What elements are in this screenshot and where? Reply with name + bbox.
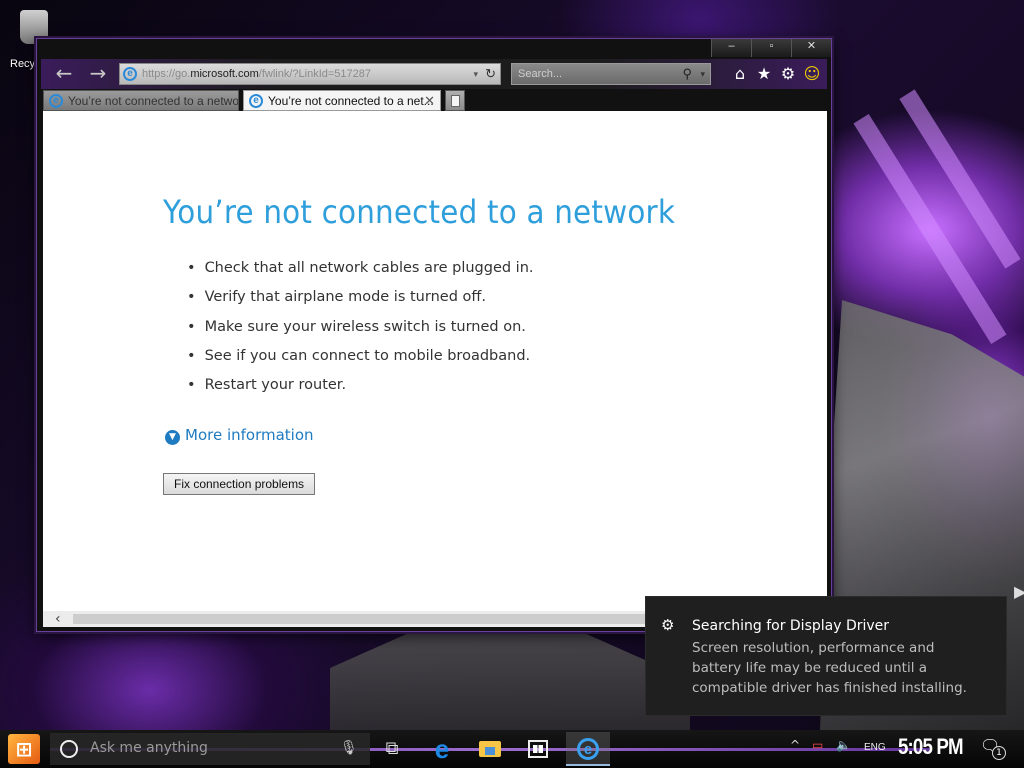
browser-toolbar: ← → e https://go.microsoft.com/fwlink/?L… <box>41 59 827 89</box>
language-indicator[interactable]: ENG <box>864 742 886 753</box>
list-item: Check that all network cables are plugge… <box>187 257 534 286</box>
gear-icon: ⚙ <box>661 616 675 634</box>
address-bar[interactable]: e https://go.microsoft.com/fwlink/?LinkI… <box>119 63 501 85</box>
wallpaper-stripe <box>899 89 1021 269</box>
tab-inactive[interactable]: e You’re not connected to a network <box>43 90 239 111</box>
task-view-icon: ⧉ <box>385 738 399 759</box>
ie-logo-icon: e <box>577 738 599 760</box>
page-heading: You’re not connected to a network <box>163 193 676 231</box>
feedback-smiley-icon[interactable]: ☺ <box>801 63 823 85</box>
settings-gear-icon[interactable]: ⚙ <box>777 63 799 85</box>
address-host: microsoft.com <box>190 68 259 80</box>
window-controls: – ▫ ✕ <box>711 39 831 57</box>
troubleshooting-list: Check that all network cables are plugge… <box>187 257 534 403</box>
start-button[interactable]: ⊞ <box>8 734 40 764</box>
scroll-left-icon[interactable]: ‹ <box>55 611 61 627</box>
address-prefix: https://go. <box>142 68 191 80</box>
forward-arrow-icon[interactable]: → <box>85 63 111 85</box>
action-center-button[interactable]: 🗨 1 <box>980 736 1006 762</box>
address-dropdown-icon[interactable]: ▾ <box>473 64 478 84</box>
back-arrow-icon[interactable]: ← <box>51 63 77 85</box>
internet-explorer-taskbar-button[interactable]: e <box>566 732 610 766</box>
microphone-icon[interactable]: 🎙 <box>340 740 358 756</box>
edge-taskbar-button[interactable]: e <box>420 732 464 766</box>
new-tab-icon <box>451 95 460 107</box>
mouse-cursor-icon: ▶ <box>1014 582 1024 601</box>
ie-logo-icon: e <box>249 94 263 108</box>
edge-icon: e <box>434 734 450 764</box>
store-taskbar-button[interactable] <box>516 732 560 766</box>
tab-strip: e You’re not connected to a network e Yo… <box>43 90 827 111</box>
list-item: Restart your router. <box>187 374 534 403</box>
tab-active[interactable]: e You’re not connected to a net... ✕ <box>243 90 441 111</box>
volume-icon[interactable]: 🔈 <box>836 738 851 752</box>
search-placeholder: Search... <box>518 68 563 80</box>
tab-label: You’re not connected to a network <box>68 94 239 108</box>
search-dropdown-icon[interactable]: ▾ <box>700 64 705 84</box>
clock[interactable]: 5:05 PM <box>898 734 964 760</box>
notification-title: Searching for Display Driver <box>692 618 890 634</box>
tray-chevron-icon[interactable]: ^ <box>790 738 800 752</box>
ie-logo-icon: e <box>123 67 137 81</box>
favorites-star-icon[interactable]: ★ <box>753 63 775 85</box>
notification-toast[interactable]: ⚙ Searching for Display Driver Screen re… <box>645 596 1007 716</box>
chevron-down-icon: ▼ <box>165 430 180 445</box>
cortana-search-box[interactable]: Ask me anything 🎙 <box>50 733 370 765</box>
store-icon <box>528 740 548 758</box>
refresh-icon[interactable]: ↻ <box>485 64 496 84</box>
taskbar: ⊞ Ask me anything 🎙 ⧉ e e ^ ▭ 🔈 ENG 5:05… <box>0 730 1024 768</box>
tab-label: You’re not connected to a net... <box>268 94 434 108</box>
cortana-ring-icon <box>60 740 78 758</box>
search-input[interactable]: Search... ⚲ ▾ <box>511 63 711 85</box>
new-tab-button[interactable] <box>445 90 465 111</box>
list-item: Make sure your wireless switch is turned… <box>187 316 534 345</box>
address-suffix: /fwlink/?LinkId=517287 <box>258 68 371 80</box>
search-icon[interactable]: ⚲ <box>682 64 692 84</box>
fix-connection-problems-button[interactable]: Fix connection problems <box>163 473 316 495</box>
tab-close-icon[interactable]: ✕ <box>424 91 435 110</box>
list-item: See if you can connect to mobile broadba… <box>187 345 534 374</box>
cortana-placeholder: Ask me anything <box>90 740 208 756</box>
notification-body: Screen resolution, performance and batte… <box>692 640 967 696</box>
file-explorer-taskbar-button[interactable] <box>468 732 512 766</box>
list-item: Verify that airplane mode is turned off. <box>187 286 534 315</box>
ie-logo-icon: e <box>49 94 63 108</box>
browser-window: – ▫ ✕ ← → e https://go.microsoft.com/fwl… <box>36 38 832 632</box>
home-icon[interactable]: ⌂ <box>729 63 751 85</box>
more-information-link[interactable]: ▼ More information <box>165 426 314 445</box>
folder-icon <box>479 741 501 757</box>
scrollbar-thumb[interactable] <box>73 614 673 624</box>
task-view-button[interactable]: ⧉ <box>370 732 414 766</box>
recycle-bin-label: Recy <box>10 58 36 70</box>
notification-count-badge: 1 <box>992 746 1006 760</box>
more-information-label: More information <box>185 426 314 444</box>
minimize-button[interactable]: – <box>711 39 751 57</box>
wallpaper-rock <box>330 620 690 740</box>
network-icon[interactable]: ▭ <box>812 738 823 752</box>
page-content: You’re not connected to a network Check … <box>43 111 827 611</box>
close-button[interactable]: ✕ <box>791 39 831 57</box>
maximize-button[interactable]: ▫ <box>751 39 791 57</box>
